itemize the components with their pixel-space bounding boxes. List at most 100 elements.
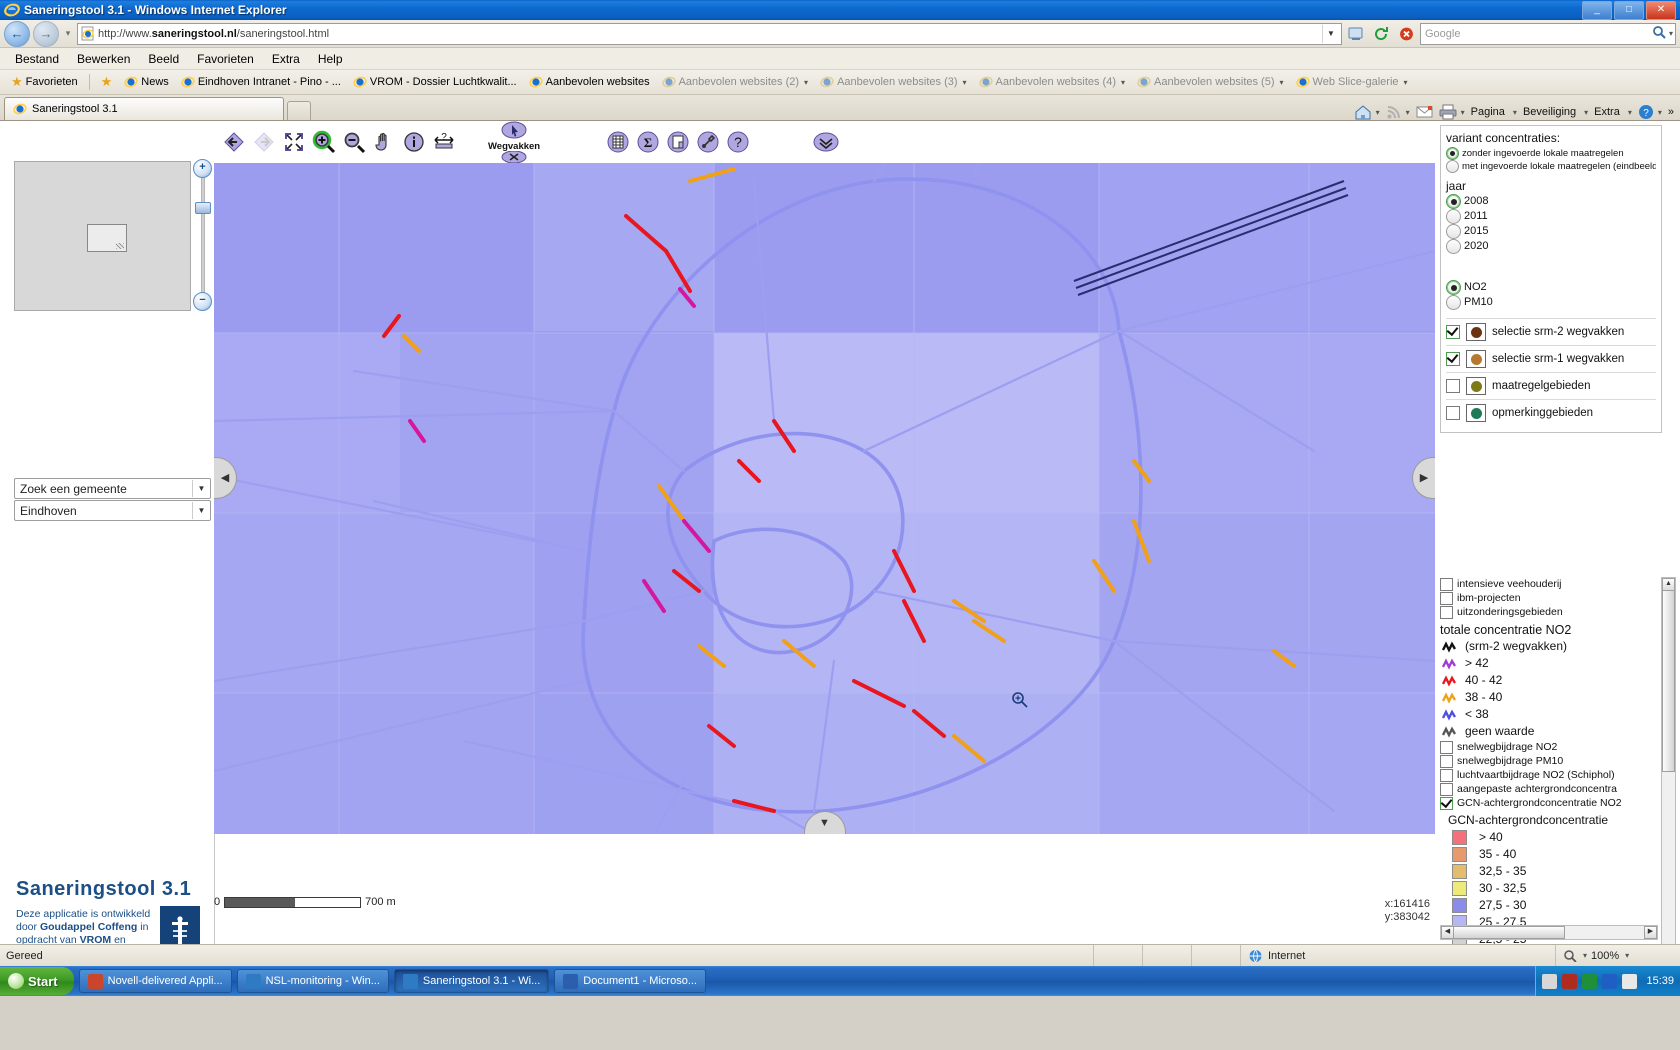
zoom-in-button[interactable]: + xyxy=(193,159,212,178)
zoom-slider-track[interactable] xyxy=(201,173,205,299)
favorite-vrom-dossier[interactable]: VROM - Dossier Luchtkwalit... xyxy=(348,73,522,91)
favorite-aanbevolen-5[interactable]: Aanbevolen websites (5) ▾ xyxy=(1132,73,1288,91)
zoom-out-button[interactable] xyxy=(340,128,368,156)
url-dropdown-arrow[interactable]: ▼ xyxy=(1322,24,1339,43)
menu-item-beeld[interactable]: Beeld xyxy=(139,50,188,68)
zoom-level[interactable]: ▾ 100% ▾ xyxy=(1555,945,1680,966)
gemeente-search-input[interactable]: Zoek een gemeente ▼ xyxy=(14,478,211,499)
radio-icon[interactable] xyxy=(1446,194,1461,209)
tray-icon-volume[interactable] xyxy=(1622,973,1638,989)
variant-option-zonder[interactable]: zonder ingevoerde lokale maatregelen xyxy=(1446,147,1656,160)
taskbar-item-saneringstool[interactable]: Saneringstool 3.1 - Wi... xyxy=(393,969,550,993)
taskbar-item-nsl-monitoring[interactable]: NSL-monitoring - Win... xyxy=(236,969,389,993)
table-button[interactable] xyxy=(604,128,632,156)
scrollbar-thumb[interactable] xyxy=(1662,590,1675,772)
layer-maatregelgebieden[interactable]: maatregelgebieden xyxy=(1446,372,1656,399)
minimize-button[interactable]: _ xyxy=(1582,0,1612,20)
command-extra[interactable]: Extra xyxy=(1594,106,1620,118)
jaar-option-2015[interactable]: 2015 xyxy=(1446,224,1656,239)
jaar-option-2008[interactable]: 2008 xyxy=(1446,194,1656,209)
tray-icon-network[interactable] xyxy=(1582,973,1598,989)
tab-saneringstool[interactable]: Saneringstool 3.1 xyxy=(4,97,284,120)
jaar-option-2020[interactable]: 2020 xyxy=(1446,239,1656,254)
check-intensieve-veehouderij[interactable]: intensieve veehouderij xyxy=(1440,577,1650,591)
menu-item-bestand[interactable]: Bestand xyxy=(6,50,68,68)
map-canvas[interactable]: .rd{fill:none;stroke:#8f92ee;stroke-widt… xyxy=(214,121,1435,834)
security-zone[interactable]: Internet xyxy=(1240,945,1555,966)
zoom-out-button[interactable]: − xyxy=(193,292,212,311)
menu-item-extra[interactable]: Extra xyxy=(263,50,309,68)
forward-button[interactable]: → xyxy=(33,20,59,47)
checkbox-icon[interactable] xyxy=(1446,379,1460,393)
expand-panel-button[interactable] xyxy=(812,128,840,156)
favorite-news[interactable]: News xyxy=(119,73,174,91)
forward-button[interactable] xyxy=(250,128,278,156)
taskbar-item-novell[interactable]: Novell-delivered Appli... xyxy=(78,969,232,993)
chevron-down-icon[interactable]: ▾ xyxy=(1625,951,1629,960)
chevron-down-icon[interactable]: ▾ xyxy=(1583,951,1587,960)
select-wegvakken-tool[interactable]: Wegvakken xyxy=(488,121,540,163)
gemeente-select[interactable]: Eindhoven ▼ xyxy=(14,500,211,521)
stof-option-no2[interactable]: NO2 xyxy=(1446,280,1656,295)
legend-vertical-scrollbar[interactable]: ▲ ▼ xyxy=(1661,577,1676,944)
checkbox-icon[interactable] xyxy=(1440,577,1453,591)
maximize-button[interactable]: □ xyxy=(1614,0,1644,20)
stof-option-pm10[interactable]: PM10 xyxy=(1446,295,1656,310)
layer-selectie-srm1[interactable]: selectie srm-1 wegvakken xyxy=(1446,345,1656,372)
checkbox-icon[interactable] xyxy=(1440,754,1453,768)
search-provider-dropdown[interactable]: ▾ xyxy=(1669,29,1673,38)
chevron-down-icon[interactable]: ▼ xyxy=(192,502,210,519)
search-icon[interactable] xyxy=(1652,25,1667,42)
chevron-down-icon[interactable]: ▾ xyxy=(1404,78,1408,87)
check-snelwegbijdrage-no2[interactable]: snelwegbijdrage NO2 xyxy=(1440,740,1650,754)
jaar-option-2011[interactable]: 2011 xyxy=(1446,209,1656,224)
add-to-favorites-button[interactable]: ★ xyxy=(96,72,118,92)
checkbox-icon[interactable] xyxy=(1446,352,1460,366)
zoom-slider-thumb[interactable] xyxy=(195,202,211,214)
favorite-eindhoven-intranet[interactable]: Eindhoven Intranet - Pino - ... xyxy=(176,73,346,91)
back-button[interactable] xyxy=(220,128,248,156)
favorites-button[interactable]: ★ Favorieten xyxy=(6,72,83,92)
layer-selectie-srm2[interactable]: selectie srm-2 wegvakken xyxy=(1446,318,1656,345)
compatibility-view-icon[interactable] xyxy=(1345,23,1367,45)
home-button[interactable]: ▾ xyxy=(1354,104,1380,120)
checkbox-icon[interactable] xyxy=(1446,325,1460,339)
new-tab-button[interactable] xyxy=(287,101,311,120)
tray-icon-novell[interactable] xyxy=(1602,973,1618,989)
close-button[interactable]: ✕ xyxy=(1646,0,1676,20)
check-snelwegbijdrage-pm10[interactable]: snelwegbijdrage PM10 xyxy=(1440,754,1650,768)
clock[interactable]: 15:39 xyxy=(1646,975,1674,987)
tray-icon-alert[interactable] xyxy=(1562,973,1578,989)
start-button[interactable]: Start xyxy=(0,967,74,995)
checkbox-icon[interactable] xyxy=(1440,740,1453,754)
help-button[interactable]: ? xyxy=(724,128,752,156)
chevron-down-icon[interactable]: ▾ xyxy=(1121,78,1125,87)
overview-map[interactable] xyxy=(14,161,191,311)
zoom-full-extent-button[interactable] xyxy=(280,128,308,156)
zoom-slider[interactable]: + − xyxy=(193,159,212,311)
chevron-down-icon[interactable]: ▾ xyxy=(1280,78,1284,87)
legend-horizontal-scrollbar[interactable]: ◀ ▶ xyxy=(1440,925,1658,940)
radio-icon[interactable] xyxy=(1446,147,1459,160)
favorite-aanbevolen-4[interactable]: Aanbevolen websites (4) ▾ xyxy=(974,73,1130,91)
check-gcn-achtergrondconcentratie-no2[interactable]: GCN-achtergrondconcentratie NO2 xyxy=(1440,796,1650,810)
command-pagina[interactable]: Pagina xyxy=(1471,106,1505,118)
refresh-icon[interactable] xyxy=(1370,23,1392,45)
print-button[interactable]: ▾ xyxy=(1439,104,1465,120)
radio-icon[interactable] xyxy=(1446,295,1461,310)
menu-item-bewerken[interactable]: Bewerken xyxy=(68,50,139,68)
mail-button[interactable] xyxy=(1416,105,1433,119)
checkbox-icon[interactable] xyxy=(1440,768,1453,782)
chevron-down-icon[interactable]: ▾ xyxy=(804,78,808,87)
layer-opmerkinggebieden[interactable]: opmerkinggebieden xyxy=(1446,399,1656,426)
favorite-aanbevolen-2[interactable]: Aanbevolen websites (2) ▾ xyxy=(657,73,813,91)
pan-button[interactable] xyxy=(370,128,398,156)
scroll-right-arrow[interactable]: ▶ xyxy=(1644,926,1657,939)
search-input[interactable]: Google xyxy=(1423,28,1652,40)
radio-icon[interactable] xyxy=(1446,239,1461,254)
check-aangepaste-achtergrondconcentratie[interactable]: aangepaste achtergrondconcentra xyxy=(1440,782,1650,796)
settings-button[interactable] xyxy=(694,128,722,156)
radio-icon[interactable] xyxy=(1446,224,1461,239)
check-luchtvaartbijdrage-no2[interactable]: luchtvaartbijdrage NO2 (Schiphol) xyxy=(1440,768,1650,782)
favorite-aanbevolen-3[interactable]: Aanbevolen websites (3) ▾ xyxy=(815,73,971,91)
